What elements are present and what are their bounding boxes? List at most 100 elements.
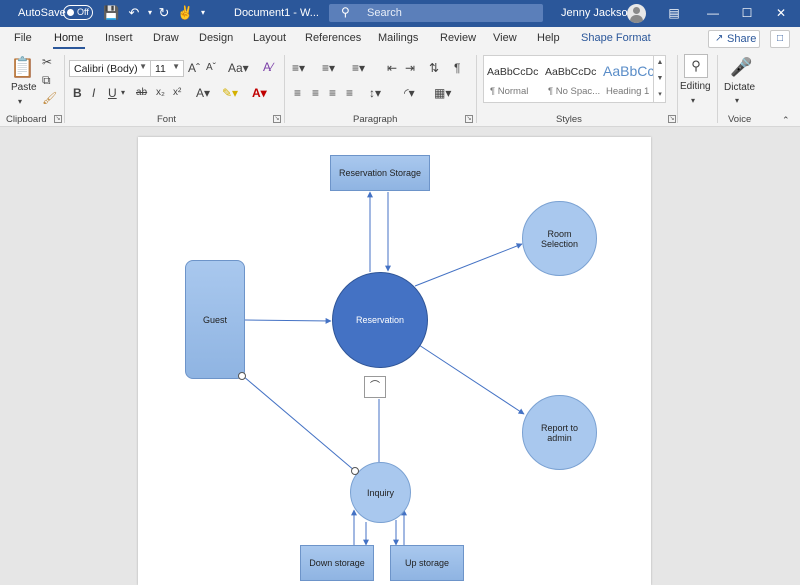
minimize-icon[interactable]: — bbox=[703, 4, 723, 22]
reservation-storage-node[interactable]: Reservation Storage bbox=[330, 155, 430, 191]
node-label: Inquiry bbox=[366, 487, 394, 498]
autosave-toggle[interactable]: Off bbox=[63, 5, 93, 20]
grow-font-icon[interactable]: Aˆ bbox=[188, 61, 200, 75]
down-storage-node[interactable]: Down storage bbox=[300, 545, 374, 581]
font-size-dropdown[interactable]: 11 ▼ bbox=[150, 60, 184, 77]
reservation-node[interactable]: Reservation bbox=[332, 272, 428, 368]
tab-design[interactable]: Design bbox=[199, 32, 233, 44]
ribbon-display-options-icon[interactable]: ▤ bbox=[664, 4, 684, 22]
customize-toolbar-icon[interactable]: ▾ bbox=[195, 5, 211, 21]
styles-gallery: AaBbCcDc ¶ Normal AaBbCcDc ¶ No Spac... … bbox=[483, 55, 666, 103]
tab-references[interactable]: References bbox=[305, 32, 361, 44]
superscript-icon[interactable]: x² bbox=[173, 86, 181, 100]
find-icon[interactable]: ⚲ bbox=[684, 54, 708, 78]
collapse-ribbon-icon[interactable]: ⌃ bbox=[782, 113, 790, 127]
tab-draw[interactable]: Draw bbox=[153, 32, 179, 44]
editing-label[interactable]: Editing bbox=[680, 81, 711, 92]
tab-shape-format[interactable]: Shape Format bbox=[581, 32, 651, 44]
chevron-up-icon[interactable]: ▲ bbox=[654, 55, 666, 71]
font-name-dropdown[interactable]: Calibri (Body) ▼ bbox=[69, 60, 151, 77]
room-selection-node[interactable]: Room Selection bbox=[522, 201, 597, 276]
layout-options-icon[interactable]: ⌒ bbox=[364, 376, 386, 398]
decrease-indent-icon[interactable]: ⇤ bbox=[387, 61, 397, 75]
paragraph-launcher-icon[interactable]: ↘ bbox=[465, 115, 473, 123]
strikethrough-icon[interactable]: ab bbox=[136, 86, 147, 100]
font-launcher-icon[interactable]: ↘ bbox=[273, 115, 281, 123]
tab-view[interactable]: View bbox=[493, 32, 517, 44]
comments-icon[interactable]: □ bbox=[770, 30, 790, 48]
multilevel-list-icon[interactable]: ≡▾ bbox=[352, 61, 365, 75]
bold-icon[interactable]: B bbox=[73, 86, 82, 100]
undo-icon[interactable]: ↶ bbox=[126, 5, 142, 21]
dictate-label[interactable]: Dictate bbox=[724, 82, 755, 93]
connector-end-handle[interactable] bbox=[351, 467, 359, 475]
paste-icon[interactable]: 📋 bbox=[10, 57, 35, 79]
style-no-spacing[interactable]: AaBbCcDc ¶ No Spac... bbox=[542, 56, 600, 102]
align-right-icon[interactable]: ≡ bbox=[329, 86, 336, 100]
node-label: Reservation bbox=[355, 315, 405, 325]
guest-node[interactable]: Guest bbox=[185, 260, 245, 379]
touch-mode-icon[interactable]: ✌ bbox=[177, 5, 193, 21]
maximize-icon[interactable]: ☐ bbox=[737, 4, 757, 22]
paragraph-group-label: Paragraph bbox=[353, 114, 398, 125]
tab-mailings[interactable]: Mailings bbox=[378, 32, 418, 44]
chevron-down-icon[interactable]: ▼ bbox=[654, 71, 666, 87]
style-heading-1[interactable]: AaBbCc Heading 1 bbox=[600, 56, 654, 102]
sort-icon[interactable]: ⇅ bbox=[429, 61, 439, 75]
clear-formatting-icon[interactable]: A∕ bbox=[263, 60, 273, 74]
report-to-admin-node[interactable]: Report to admin bbox=[522, 395, 597, 470]
clipboard-group-label: Clipboard bbox=[6, 114, 47, 125]
tab-help[interactable]: Help bbox=[537, 32, 560, 44]
tab-layout[interactable]: Layout bbox=[253, 32, 286, 44]
connector-start-handle[interactable] bbox=[238, 372, 246, 380]
change-case-icon[interactable]: Aa▾ bbox=[228, 61, 249, 75]
highlight-icon[interactable]: ✎▾ bbox=[222, 86, 238, 100]
underline-dropdown-icon[interactable]: ▾ bbox=[121, 86, 125, 100]
align-left-icon[interactable]: ≡ bbox=[294, 86, 301, 100]
italic-icon[interactable]: I bbox=[92, 86, 95, 100]
search-placeholder: Search bbox=[367, 7, 402, 19]
dictate-dropdown-icon[interactable]: ▾ bbox=[735, 94, 739, 108]
line-spacing-icon[interactable]: ↕▾ bbox=[369, 86, 381, 100]
style-sample: AaBbCc bbox=[603, 63, 654, 79]
format-painter-icon[interactable]: 🖌 bbox=[42, 91, 57, 105]
underline-icon[interactable]: U bbox=[108, 86, 117, 100]
tab-insert[interactable]: Insert bbox=[105, 32, 133, 44]
font-color-icon[interactable]: A▾ bbox=[252, 86, 267, 100]
align-center-icon[interactable]: ≡ bbox=[312, 86, 319, 100]
close-icon[interactable]: ✕ bbox=[771, 4, 791, 22]
shrink-font-icon[interactable]: Aˇ bbox=[206, 61, 216, 75]
subscript-icon[interactable]: x₂ bbox=[156, 86, 165, 100]
style-normal[interactable]: AaBbCcDc ¶ Normal bbox=[484, 56, 542, 102]
search-box[interactable]: ⚲ Search bbox=[329, 4, 543, 22]
bullets-icon[interactable]: ≡▾ bbox=[292, 61, 305, 75]
paste-label[interactable]: Paste bbox=[11, 82, 37, 93]
microphone-icon[interactable]: 🎤 bbox=[730, 55, 752, 79]
editing-dropdown-icon[interactable]: ▾ bbox=[691, 94, 695, 108]
copy-icon[interactable]: ⧉ bbox=[42, 73, 51, 87]
share-icon: ↗ bbox=[715, 33, 724, 44]
shading-icon[interactable]: ◜▾ bbox=[404, 86, 415, 100]
tab-review[interactable]: Review bbox=[440, 32, 476, 44]
group-separator bbox=[284, 55, 285, 123]
up-storage-node[interactable]: Up storage bbox=[390, 545, 464, 581]
user-name[interactable]: Jenny Jackson bbox=[561, 7, 634, 19]
justify-icon[interactable]: ≡ bbox=[346, 86, 353, 100]
borders-icon[interactable]: ▦▾ bbox=[434, 86, 451, 100]
styles-launcher-icon[interactable]: ↘ bbox=[668, 115, 676, 123]
more-styles-icon[interactable]: ▾ bbox=[654, 87, 666, 103]
tab-file[interactable]: File bbox=[14, 32, 32, 44]
increase-indent-icon[interactable]: ⇥ bbox=[405, 61, 415, 75]
clipboard-launcher-icon[interactable]: ↘ bbox=[54, 115, 62, 123]
text-effects-icon[interactable]: A▾ bbox=[196, 86, 210, 100]
cut-icon[interactable]: ✂ bbox=[42, 55, 52, 69]
show-formatting-icon[interactable]: ¶ bbox=[454, 61, 460, 75]
share-button[interactable]: ↗ Share bbox=[708, 30, 760, 48]
redo-icon[interactable]: ↻ bbox=[156, 5, 172, 21]
avatar[interactable] bbox=[627, 4, 646, 23]
inquiry-node[interactable]: Inquiry bbox=[350, 462, 411, 523]
paste-dropdown-icon[interactable]: ▾ bbox=[18, 95, 22, 109]
save-icon[interactable]: 💾 bbox=[103, 5, 119, 21]
tab-home[interactable]: Home bbox=[54, 32, 83, 44]
numbering-icon[interactable]: ≡▾ bbox=[322, 61, 335, 75]
